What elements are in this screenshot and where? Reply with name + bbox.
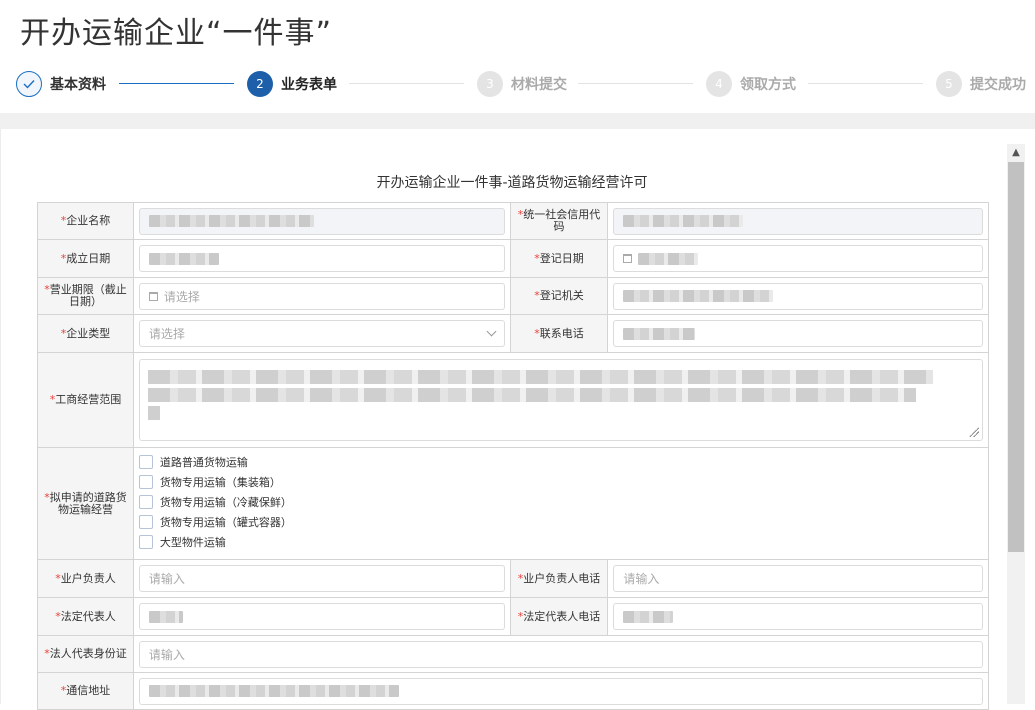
checkbox[interactable] — [138, 475, 153, 489]
redacted-value — [147, 388, 917, 402]
business-scope-label: * 工商经营范围 — [38, 353, 134, 447]
calendar-icon — [623, 254, 633, 263]
contact-phone-input[interactable] — [613, 320, 983, 347]
legal-rep-id-label: * 法人代表身份证 — [38, 636, 134, 672]
redacted-value — [148, 685, 399, 697]
checkbox-container[interactable]: 货物专用运输（集装箱） — [138, 472, 292, 492]
found-date-input[interactable] — [138, 245, 505, 272]
step-label: 材料提交 — [511, 77, 567, 93]
calendar-icon — [148, 291, 158, 301]
step-connector — [578, 83, 693, 84]
chevron-down-icon — [486, 326, 496, 337]
checkbox-large-cargo[interactable]: 大型物件运输 — [138, 532, 292, 552]
section-divider — [0, 113, 1035, 129]
step-submit-success: 5 提交成功 — [936, 70, 1026, 98]
address-input[interactable] — [138, 677, 983, 705]
legal-rep-label: * 法定代表人 — [38, 598, 134, 635]
redacted-value — [147, 406, 160, 420]
form-title: 开办运输企业一件事-道路货物运输经营许可 — [376, 175, 648, 191]
step-pickup-method: 4 领取方式 — [706, 70, 796, 98]
legal-rep-phone-label: * 法定代表人电话 — [510, 598, 609, 635]
step-business-form: 2 业务表单 — [247, 70, 337, 98]
step-label: 业务表单 — [281, 77, 337, 93]
step-label: 基本资料 — [50, 77, 106, 93]
redacted-value — [623, 327, 696, 340]
contact-phone-label: * 联系电话 — [510, 315, 609, 352]
owner-phone-input[interactable]: 请输入 — [613, 565, 983, 592]
company-type-select[interactable]: 请选择 — [138, 320, 505, 347]
redacted-value — [148, 610, 183, 623]
found-date-label: * 成立日期 — [38, 240, 134, 277]
owner-name-input[interactable]: 请输入 — [138, 565, 505, 592]
transport-type-label: *拟申请的道路货物运输经营 — [38, 448, 134, 559]
step-connector — [119, 83, 234, 84]
business-scope-textarea[interactable] — [138, 359, 983, 441]
checkbox[interactable] — [138, 535, 153, 549]
company-name-input[interactable] — [138, 207, 505, 235]
step-number: 2 — [247, 71, 273, 97]
register-authority-label: * 登记机关 — [510, 278, 609, 314]
register-authority-input[interactable] — [613, 282, 983, 310]
vertical-scrollbar[interactable]: ▲ — [1007, 144, 1025, 704]
redacted-value — [147, 370, 933, 384]
business-term-label: *营业期限（截止日期） — [38, 278, 134, 314]
checkbox-refrigerated[interactable]: 货物专用运输（冷藏保鲜） — [138, 492, 292, 512]
checkbox-tank[interactable]: 货物专用运输（罐式容器） — [138, 512, 292, 532]
company-name-label: * 企业名称 — [38, 203, 134, 239]
transport-type-checkbox-group: 道路普通货物运输 货物专用运输（集装箱） 货物专用运输（冷藏保鲜） 货物专用运输… — [134, 448, 297, 556]
resize-handle-icon[interactable] — [969, 427, 979, 437]
step-label: 提交成功 — [970, 77, 1026, 93]
legal-rep-input[interactable] — [138, 603, 505, 630]
redacted-value — [148, 252, 219, 265]
business-term-input[interactable]: 请选择 — [138, 282, 505, 310]
scroll-up-icon[interactable]: ▲ — [1007, 144, 1025, 161]
company-type-label: * 企业类型 — [38, 315, 134, 352]
credit-code-label: *统一社会信用代码 — [510, 203, 609, 239]
redacted-value — [638, 252, 699, 265]
check-icon — [16, 71, 42, 97]
redacted-value — [148, 215, 314, 227]
scroll-thumb[interactable] — [1008, 162, 1024, 552]
checkbox[interactable] — [138, 455, 153, 469]
legal-rep-id-input[interactable]: 请输入 — [138, 640, 983, 668]
step-number: 4 — [706, 71, 732, 97]
register-date-label: * 登记日期 — [510, 240, 609, 277]
application-form: * 企业名称 *统一社会信用代码 * 成立日期 * 登记日期 *营业期限（截止日期） … — [37, 202, 989, 710]
redacted-value — [623, 215, 744, 227]
register-date-input[interactable] — [613, 245, 983, 272]
redacted-value — [623, 290, 774, 302]
step-basic-info: 基本资料 — [16, 70, 106, 98]
legal-rep-phone-input[interactable] — [613, 603, 983, 630]
progress-steps: 基本资料 2 业务表单 3 材料提交 4 领取方式 5 提交成功 — [16, 70, 1035, 100]
owner-phone-label: * 业户负责人电话 — [510, 560, 609, 597]
owner-name-label: * 业户负责人 — [38, 560, 134, 597]
step-number: 5 — [936, 71, 962, 97]
page-title: 开办运输企业“一件事” — [20, 16, 333, 51]
step-materials: 3 材料提交 — [477, 70, 567, 98]
checkbox[interactable] — [138, 495, 153, 509]
step-connector — [349, 83, 464, 84]
checkbox[interactable] — [138, 515, 153, 529]
step-label: 领取方式 — [740, 77, 796, 93]
step-number: 3 — [477, 71, 503, 97]
credit-code-input[interactable] — [613, 207, 983, 235]
checkbox-general-cargo[interactable]: 道路普通货物运输 — [138, 452, 292, 472]
step-connector — [808, 83, 923, 84]
redacted-value — [623, 610, 674, 623]
